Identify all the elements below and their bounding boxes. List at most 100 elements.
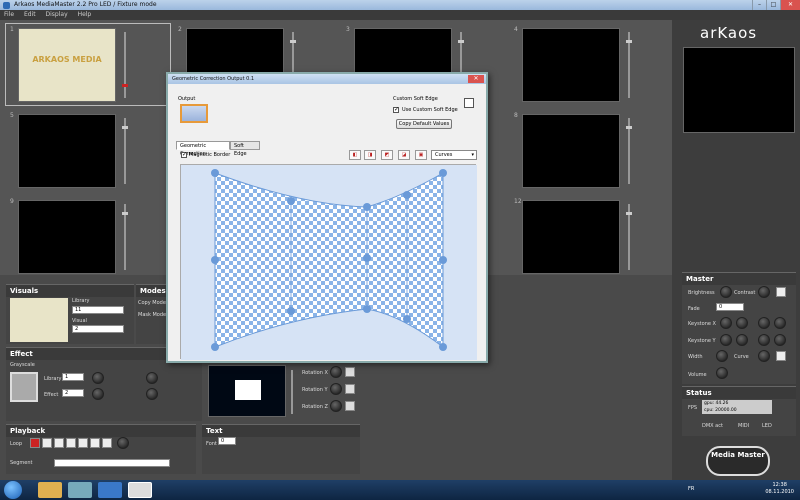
transport-button-6[interactable] — [102, 438, 112, 448]
fade-field[interactable]: 0 — [716, 303, 744, 311]
mask-mode-label[interactable]: Mask Mode — [138, 312, 166, 318]
control-point[interactable] — [403, 315, 411, 323]
tool-button-3[interactable]: ◩ — [381, 150, 393, 160]
visual-cell-slider-knob[interactable] — [122, 212, 128, 215]
mediamaster-taskbar-icon[interactable] — [128, 482, 152, 498]
output-thumbnail[interactable] — [180, 104, 208, 123]
segment-bar[interactable] — [54, 459, 170, 467]
magnetic-border-checkbox[interactable] — [181, 151, 187, 158]
warp-canvas[interactable] — [180, 164, 477, 360]
tool-button-1[interactable]: ◧ — [349, 150, 361, 160]
keystone-x-dial-1[interactable] — [720, 317, 732, 329]
width-dial[interactable] — [716, 350, 728, 362]
minimize-button[interactable]: – — [752, 0, 766, 10]
maximize-button[interactable]: □ — [766, 0, 780, 10]
visual-cell[interactable]: 4 — [508, 22, 676, 107]
visual-cell-slider-knob[interactable] — [458, 40, 464, 43]
brightness-dial[interactable] — [720, 286, 732, 298]
keystone-y-dial-4[interactable] — [774, 334, 786, 346]
system-clock[interactable]: 12:38 08.11.2010 — [765, 482, 794, 496]
menu-help[interactable]: Help — [74, 10, 96, 20]
transport-button-1[interactable] — [42, 438, 52, 448]
rotation-y-dial[interactable] — [330, 383, 342, 395]
control-point[interactable] — [287, 197, 295, 205]
master-toggle-button[interactable] — [776, 287, 786, 297]
tool-button-5[interactable]: ▣ — [415, 150, 427, 160]
visual-cell-slider-knob[interactable] — [626, 126, 632, 129]
tab-soft-edge[interactable]: Soft Edge — [230, 141, 260, 157]
menu-file[interactable]: File — [0, 10, 18, 20]
control-point[interactable] — [211, 343, 219, 351]
soft-edge-preview-icon[interactable] — [464, 98, 474, 108]
visual-cell[interactable]: 1 ARKAOS MEDIA — [4, 22, 172, 107]
keystone-y-dial-1[interactable] — [720, 334, 732, 346]
effect-dial-4[interactable] — [146, 388, 158, 400]
volume-dial[interactable] — [716, 367, 728, 379]
visual-cell-slider-knob[interactable] — [290, 40, 296, 43]
menu-edit[interactable]: Edit — [20, 10, 40, 20]
control-point[interactable] — [403, 191, 411, 199]
rotation-x-reset[interactable] — [345, 367, 355, 377]
control-point[interactable] — [439, 256, 447, 264]
visual-cell-thumbnail[interactable] — [18, 114, 116, 188]
transform-slider[interactable] — [291, 370, 293, 414]
effect-dial-3[interactable] — [92, 388, 104, 400]
visual-cell-slider-knob[interactable] — [122, 126, 128, 129]
visual-cell-thumbnail[interactable] — [522, 28, 620, 102]
copy-mode-label[interactable]: Copy Mode — [138, 300, 166, 306]
visuals-library-field[interactable]: 11 — [72, 306, 124, 314]
visual-cell-thumbnail[interactable] — [522, 200, 620, 274]
language-indicator[interactable]: FR — [688, 486, 694, 492]
visual-cell-thumbnail[interactable] — [522, 114, 620, 188]
record-button[interactable] — [30, 438, 40, 448]
font-field[interactable]: 0 — [218, 437, 236, 445]
tab-geometric-correction[interactable]: Geometric Correction — [176, 141, 230, 157]
playback-speed-dial[interactable] — [117, 437, 129, 449]
visual-cell-slider[interactable] — [124, 32, 126, 98]
effect-effect-field[interactable]: 2 — [62, 389, 84, 397]
rotation-z-reset[interactable] — [345, 401, 355, 411]
control-point[interactable] — [363, 203, 371, 211]
explorer-taskbar-icon[interactable] — [38, 482, 62, 498]
control-point[interactable] — [211, 256, 219, 264]
visual-cell[interactable]: 5 — [4, 108, 172, 193]
layout-grid[interactable] — [208, 365, 286, 417]
transport-button-5[interactable] — [90, 438, 100, 448]
control-point[interactable] — [211, 169, 219, 177]
visual-cell-thumbnail[interactable] — [18, 200, 116, 274]
visual-cell[interactable]: 8 — [508, 108, 676, 193]
curve-dial[interactable] — [758, 350, 770, 362]
copy-default-values-button[interactable]: Copy Default Values — [396, 119, 452, 129]
effect-dial-1[interactable] — [92, 372, 104, 384]
transport-button-4[interactable] — [78, 438, 88, 448]
start-button[interactable] — [4, 481, 22, 499]
tool-button-2[interactable]: ◨ — [364, 150, 376, 160]
rotation-y-reset[interactable] — [345, 384, 355, 394]
control-point[interactable] — [363, 305, 371, 313]
keystone-x-dial-2[interactable] — [736, 317, 748, 329]
transport-button-2[interactable] — [54, 438, 64, 448]
keystone-x-dial-3[interactable] — [758, 317, 770, 329]
rotation-x-dial[interactable] — [330, 366, 342, 378]
control-point[interactable] — [287, 307, 295, 315]
curve-toggle-button[interactable] — [776, 351, 786, 361]
visual-cell[interactable]: 9 — [4, 194, 172, 279]
control-point[interactable] — [363, 254, 371, 262]
dialog-close-button[interactable]: ✕ — [468, 75, 484, 83]
contrast-dial[interactable] — [758, 286, 770, 298]
keystone-y-dial-3[interactable] — [758, 334, 770, 346]
visual-cell-slider-knob[interactable] — [626, 40, 632, 43]
effect-library-field[interactable]: 1 — [62, 373, 84, 381]
mode-select[interactable]: Curves ▾ — [431, 150, 477, 160]
rotation-z-dial[interactable] — [330, 400, 342, 412]
visual-cell-slider-knob[interactable] — [122, 84, 128, 87]
close-button[interactable]: ✕ — [780, 0, 800, 10]
control-point[interactable] — [439, 343, 447, 351]
effect-dial-2[interactable] — [146, 372, 158, 384]
transport-button-3[interactable] — [66, 438, 76, 448]
keystone-y-dial-2[interactable] — [736, 334, 748, 346]
tool-button-4[interactable]: ◪ — [398, 150, 410, 160]
menu-display[interactable]: Display — [42, 10, 72, 20]
use-custom-soft-edge-checkbox[interactable] — [393, 106, 399, 113]
browser-taskbar-icon[interactable] — [98, 482, 122, 498]
